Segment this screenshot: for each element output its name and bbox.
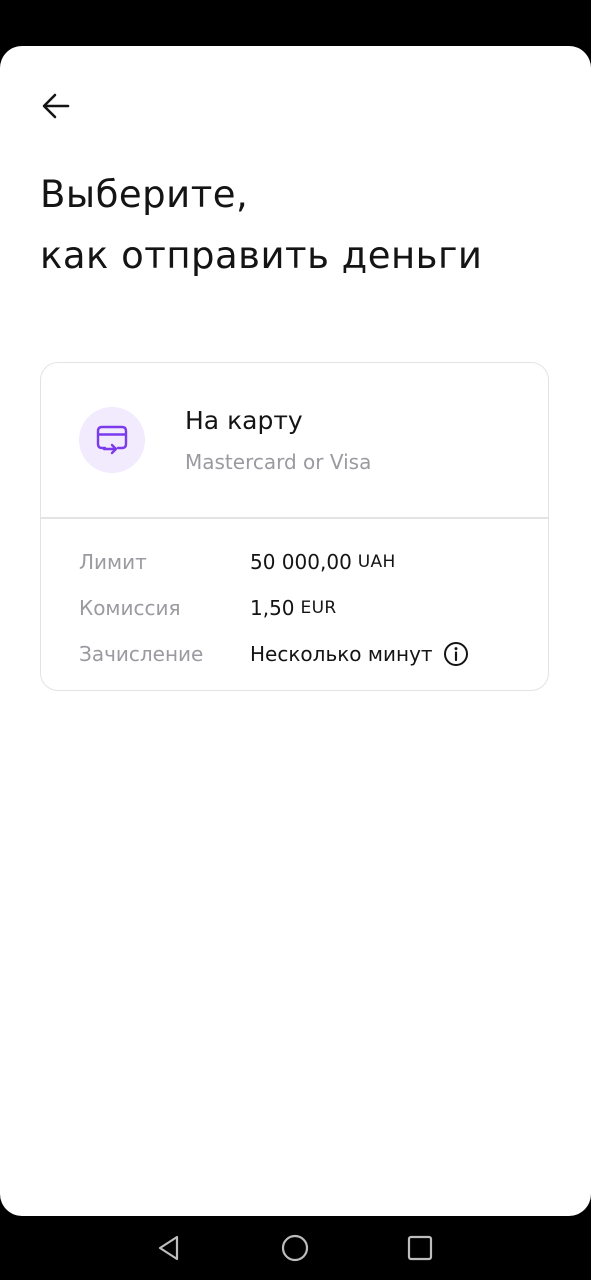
page-title-line-2: как отправить деньги [40,234,483,277]
crediting-time: Несколько минут [250,642,433,666]
page-title: Выберите, как отправить деньги [40,164,482,286]
fee-currency: EUR [300,598,337,618]
detail-row-limit: Лимит 50 000,00 UAH [79,539,528,585]
nav-home-circle-icon [281,1234,309,1262]
card-transfer-icon [79,407,145,473]
info-button[interactable] [443,641,469,667]
send-method-screen: Выберите, как отправить деньги На карту … [0,46,591,1216]
nav-back-button[interactable] [151,1230,187,1266]
detail-row-fee: Комиссия 1,50 EUR [79,585,528,631]
method-title: На карту [185,406,303,435]
crediting-value: Несколько минут [250,641,469,667]
info-circle-icon [443,642,468,666]
system-navigation-bar [0,1216,591,1280]
nav-home-button[interactable] [277,1230,313,1266]
card-divider [41,517,548,519]
fee-amount: 1,50 [250,596,295,620]
method-subtitle: Mastercard or Visa [185,450,372,474]
nav-recents-button[interactable] [402,1230,438,1266]
method-details: Лимит 50 000,00 UAH Комиссия 1,50 EUR За… [79,539,528,677]
limit-amount: 50 000,00 [250,550,352,574]
card-transfer-option[interactable]: На карту Mastercard or Visa Лимит 50 000… [40,362,549,691]
nav-recents-square-icon [407,1235,433,1261]
detail-row-crediting: Зачисление Несколько минут [79,631,528,677]
card-transfer-option-header[interactable]: На карту Mastercard or Visa [41,363,548,517]
limit-currency: UAH [357,552,396,572]
crediting-label: Зачисление [79,642,204,666]
limit-value: 50 000,00 UAH [250,550,396,574]
fee-label: Комиссия [79,596,181,620]
nav-back-triangle-icon [158,1235,179,1261]
fee-value: 1,50 EUR [250,596,336,620]
back-button[interactable] [28,78,84,134]
page-title-line-1: Выберите, [40,173,249,216]
arrow-left-icon [42,93,70,119]
limit-label: Лимит [79,550,147,574]
